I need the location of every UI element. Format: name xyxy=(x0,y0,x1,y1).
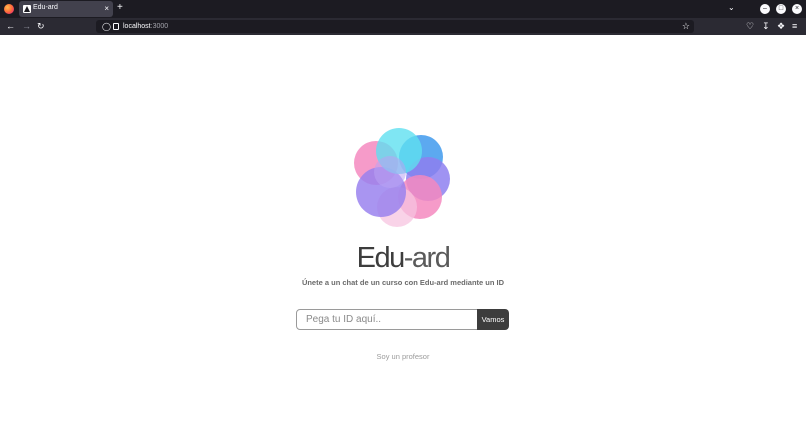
shield-icon[interactable]: ◯ xyxy=(102,21,111,32)
vamos-button[interactable]: Vamos xyxy=(477,309,509,330)
tagline: Únete a un chat de un curso con Edu-ard … xyxy=(301,278,505,287)
url-bar[interactable]: ◯ localhost:3000 ☆ xyxy=(96,20,694,33)
page-info-icon[interactable] xyxy=(113,23,119,30)
tab-list-chevron-icon[interactable]: ⌄ xyxy=(728,2,735,14)
menu-icon[interactable]: ≡ xyxy=(792,20,797,33)
chat-id-input[interactable] xyxy=(296,309,478,330)
forward-arrow-icon[interactable]: → xyxy=(22,20,31,33)
extensions-icon[interactable]: ❖ xyxy=(777,20,785,33)
close-window-icon[interactable]: × xyxy=(792,4,802,14)
tab-close-icon[interactable]: × xyxy=(104,3,109,15)
maximize-icon[interactable]: □ xyxy=(776,4,786,14)
brand-title: Edu-ard xyxy=(356,242,451,274)
downloads-icon[interactable]: ↧ xyxy=(762,20,770,33)
minimize-icon[interactable]: – xyxy=(760,4,770,14)
pocket-icon[interactable]: ♡ xyxy=(746,20,754,33)
browser-tab[interactable]: Edu-ard × xyxy=(19,1,113,17)
edu-ard-logo-icon xyxy=(354,128,450,227)
teacher-link[interactable]: Soy un profesor xyxy=(0,352,806,361)
bookmark-star-icon[interactable]: ☆ xyxy=(682,20,690,32)
new-tab-button[interactable]: + xyxy=(117,2,123,14)
browser-nav-bar: ← → ↻ ◯ localhost:3000 ☆ ♡ ↧ ❖ ≡ xyxy=(0,18,806,35)
url-text[interactable]: localhost:3000 xyxy=(123,22,168,31)
tab-favicon-icon xyxy=(23,5,31,13)
tab-title: Edu-ard xyxy=(33,4,58,11)
reload-icon[interactable]: ↻ xyxy=(37,20,45,33)
back-arrow-icon[interactable]: ← xyxy=(6,20,15,33)
browser-tab-bar: Edu-ard × + ⌄ – □ × xyxy=(0,0,806,18)
firefox-icon[interactable] xyxy=(4,4,14,14)
